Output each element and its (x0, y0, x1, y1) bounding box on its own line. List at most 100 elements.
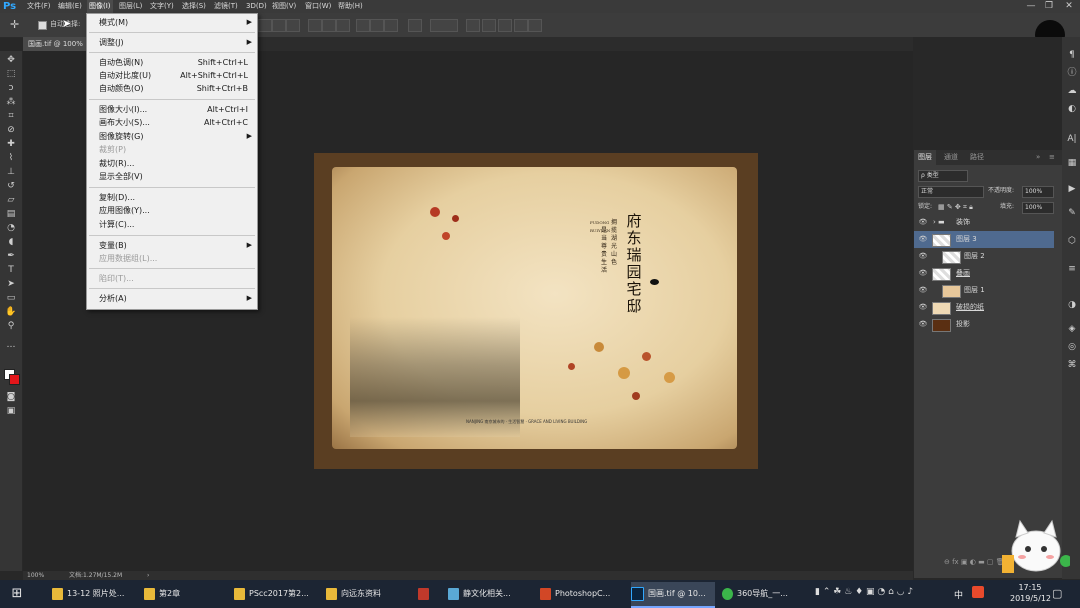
brush-tool-icon[interactable]: ⌇ (4, 152, 18, 164)
align-center-icon[interactable] (272, 19, 286, 32)
layer-row[interactable]: 👁︎ 叠画 (914, 265, 1054, 282)
layer-name[interactable]: 图层 2 (964, 248, 985, 265)
layer-name[interactable]: 破损的纸 (956, 299, 984, 316)
lock-icons[interactable]: ▦ ✎ ✥ ⌗ 🔒︎ (938, 200, 973, 214)
dodge-tool-icon[interactable]: ◖ (4, 236, 18, 248)
minimize-button[interactable]: — (1022, 0, 1040, 13)
menu-item-auto-color[interactable]: 自动颜色(O) Shift+Ctrl+B (87, 82, 257, 95)
taskbar-clock[interactable]: 17:15 2019/5/12 (1010, 582, 1051, 604)
status-arrow-icon[interactable]: › (147, 571, 149, 580)
menu-item-trim[interactable]: 裁切(R)... (87, 157, 257, 170)
quick-mask-icon[interactable]: ◙ (4, 391, 18, 403)
3d-mode-icon[interactable] (430, 19, 458, 32)
marquee-tool-icon[interactable]: ⬚ (4, 68, 18, 80)
layer-row[interactable]: 👁︎ 图层 2 (914, 248, 1054, 265)
layer-filter-select[interactable]: ρ 类型 (918, 170, 968, 182)
taskbar-item[interactable]: PhotoshopC... (540, 582, 624, 606)
healing-brush-tool-icon[interactable]: ✚ (4, 138, 18, 150)
3d-roll-icon[interactable] (482, 19, 496, 32)
menu-image[interactable]: 图像(I) (87, 0, 113, 13)
menu-item-apply-image[interactable]: 应用图像(Y)... (87, 204, 257, 217)
layer-actions-bar[interactable]: ⊖ fx ▣ ◐ ▬ ▢ 🗑︎ (944, 558, 1005, 566)
input-method-icon[interactable] (972, 586, 984, 598)
align-right-icon[interactable] (286, 19, 300, 32)
eyedropper-tool-icon[interactable]: ⊘ (4, 124, 18, 136)
menu-item-analysis[interactable]: 分析(A) ▶ (87, 292, 257, 305)
blur-tool-icon[interactable]: ◔ (4, 222, 18, 234)
panel-collapse-icon[interactable]: » (1032, 150, 1044, 165)
styles-icon[interactable]: ▦ (1065, 157, 1079, 169)
magic-wand-tool-icon[interactable]: ⁂ (4, 96, 18, 108)
taskbar-item[interactable]: 向远东资料 (326, 582, 410, 606)
menu-help[interactable]: 帮助(H) (338, 0, 363, 13)
auto-select-checkbox[interactable] (38, 21, 47, 30)
3d-icon[interactable]: ⬡ (1065, 235, 1079, 247)
taskbar-item[interactable]: 360导航_一... (722, 582, 806, 606)
notification-icon[interactable]: ▢ (1052, 587, 1062, 600)
menu-item-mode[interactable]: 模式(M) ▶ (87, 16, 257, 29)
tab-paths[interactable]: 路径 (966, 150, 988, 165)
paragraph-icon[interactable]: ¶ (1065, 49, 1079, 61)
layer-name[interactable]: 图层 1 (964, 282, 985, 299)
menu-edit[interactable]: 编辑(E) (58, 0, 82, 13)
menu-window[interactable]: 窗口(W) (305, 0, 331, 13)
taskbar-item[interactable] (418, 582, 438, 606)
more-tools-icon[interactable]: … (4, 339, 18, 351)
restore-button[interactable]: ❐ (1040, 0, 1058, 13)
ime-indicator[interactable]: 中 (954, 588, 963, 601)
visibility-eye-icon[interactable]: 👁︎ (918, 265, 928, 282)
adjustments-icon[interactable]: ◐ (1065, 103, 1079, 115)
layer-row[interactable]: 👁︎ 图层 3 (914, 231, 1054, 248)
distribute-right-icon[interactable] (384, 19, 398, 32)
zoom-tool-icon[interactable]: ⚲ (4, 320, 18, 332)
screen-mode-icon[interactable]: ▣ (4, 405, 18, 417)
3d-slide-icon[interactable] (514, 19, 528, 32)
color-icon[interactable]: ◑ (1065, 299, 1079, 311)
brush-settings-icon[interactable]: ✎ (1065, 207, 1079, 219)
menu-item-image-size[interactable]: 图像大小(I)... Alt+Ctrl+I (87, 103, 257, 116)
menu-3d[interactable]: 3D(D) (246, 0, 267, 13)
layers-icon[interactable]: ◈ (1065, 323, 1079, 335)
3d-pan-icon[interactable] (498, 19, 512, 32)
visibility-eye-icon[interactable]: 👁︎ (918, 231, 928, 248)
menu-item-adjustments[interactable]: 调整(J) ▶ (87, 36, 257, 49)
align-left-icon[interactable] (258, 19, 272, 32)
align-top-icon[interactable] (308, 19, 322, 32)
taskbar-item[interactable]: PScc2017第2... (234, 582, 318, 606)
eraser-tool-icon[interactable]: ▱ (4, 194, 18, 206)
channels-icon[interactable]: ◎ (1065, 341, 1079, 353)
align-middle-icon[interactable] (322, 19, 336, 32)
menu-item-calculations[interactable]: 计算(C)... (87, 218, 257, 231)
document-tab[interactable]: 国画.tif @ 100% (23, 37, 94, 51)
layer-row[interactable]: 👁︎ 投影 (914, 316, 1054, 333)
auto-align-icon[interactable] (408, 19, 422, 32)
library-icon[interactable]: ☁ (1065, 85, 1079, 97)
menu-type[interactable]: 文字(Y) (150, 0, 174, 13)
info-icon[interactable]: ⓘ (1065, 67, 1079, 79)
taskbar-item-active[interactable]: 国画.tif @ 10... (631, 582, 715, 608)
timeline-icon[interactable]: ≡ (1065, 263, 1079, 275)
fill-input[interactable]: 100% (1022, 202, 1054, 214)
menu-item-duplicate[interactable]: 复制(D)... (87, 191, 257, 204)
menu-view[interactable]: 视图(V) (272, 0, 296, 13)
layer-row[interactable]: 👁︎ 破损的纸 (914, 299, 1054, 316)
align-bottom-icon[interactable] (336, 19, 350, 32)
blend-mode-select[interactable]: 正常 (918, 186, 984, 198)
move-tool-icon[interactable]: ✥ (4, 54, 18, 66)
layer-name[interactable]: 装饰 (956, 214, 970, 231)
crop-tool-icon[interactable]: ⌗ (4, 110, 18, 122)
opacity-input[interactable]: 100% (1022, 186, 1054, 198)
taskbar-item[interactable]: 13-12 照片处... (52, 582, 134, 606)
path-selection-tool-icon[interactable]: ➤ (4, 278, 18, 290)
document-artwork[interactable]: 府 东 瑞 园 宅 邸 拥揽湖光山色 是当尊贵生活 FUDONG RUIYUAN… (314, 153, 758, 469)
menu-item-canvas-size[interactable]: 画布大小(S)... Alt+Ctrl+C (87, 116, 257, 129)
visibility-eye-icon[interactable]: 👁︎ (918, 282, 928, 299)
menu-item-image-rotation[interactable]: 图像旋转(G) ▶ (87, 130, 257, 143)
type-tool-icon[interactable]: T (4, 264, 18, 276)
panel-menu-icon[interactable]: ≡ (1045, 150, 1059, 165)
menu-item-reveal-all[interactable]: 显示全部(V) (87, 170, 257, 183)
taskbar-item[interactable]: 第2章 (144, 582, 226, 606)
paths-icon[interactable]: ⌘ (1065, 359, 1079, 371)
system-tray-icons[interactable]: ▮ ⌃ ☘ ♨ ♦ ▣ ◔ ⌂ ◡ ♪ (815, 587, 913, 597)
character-icon[interactable]: A| (1065, 133, 1079, 145)
